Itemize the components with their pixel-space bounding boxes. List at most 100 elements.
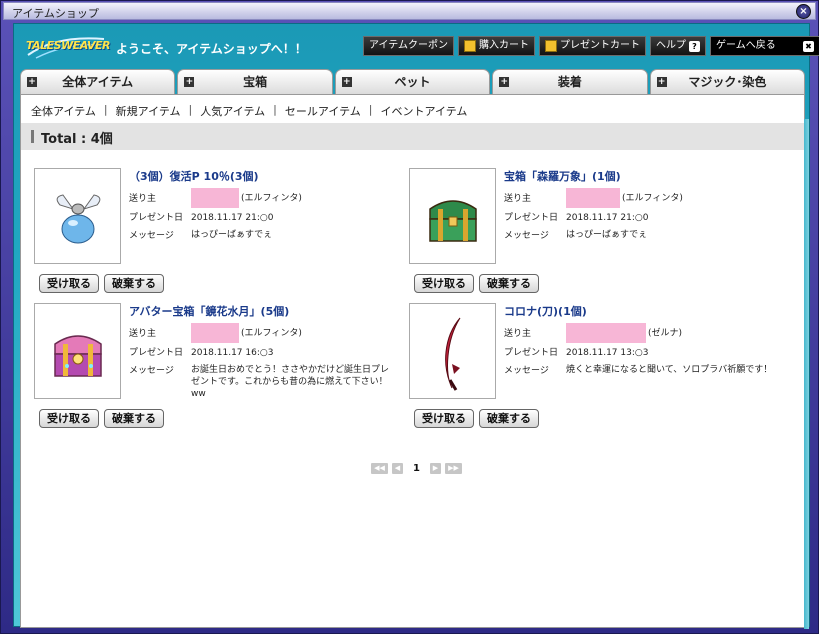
- subnav-sale-items[interactable]: セールアイテム: [285, 103, 361, 119]
- present-date: 2018.11.17 21:○0: [566, 213, 649, 223]
- message-line: はっぴーばぁすでぇ: [566, 230, 648, 240]
- tab-treasure-box[interactable]: + 宝箱: [177, 69, 333, 94]
- sender-redacted: [566, 323, 646, 343]
- date-label: プレゼント日: [504, 213, 559, 223]
- app-window: アイテムショップ × TALESWEAVER ようこそ、アイテムショップへ！！ …: [0, 0, 819, 634]
- item-name[interactable]: コロナ(刀)(1個): [504, 303, 587, 319]
- cart-icon: [464, 40, 476, 52]
- next-page-icon[interactable]: ▶: [429, 463, 441, 474]
- tab-label: マジック･染色: [688, 75, 767, 89]
- receive-button[interactable]: 受け取る: [414, 409, 474, 428]
- message-row: メッセージ: [504, 363, 566, 376]
- gift-item: コロナ(刀)(1個) 送り主 (ゼルナ) プレゼント日 2018.11.17 13:…: [409, 303, 789, 433]
- message-line: はっぴーばぁすでぇ: [191, 230, 273, 240]
- tab-magic-dye[interactable]: + マジック･染色: [649, 69, 806, 94]
- item-thumbnail: [34, 303, 121, 399]
- plus-icon: +: [499, 77, 510, 87]
- sender-redacted: [191, 188, 239, 208]
- sender-label: 送り主: [129, 328, 157, 339]
- item-thumbnail: [409, 303, 496, 399]
- help-button[interactable]: ヘルプ ?: [650, 36, 706, 56]
- date-row: プレゼント日 2018.11.17 21:○0: [129, 210, 273, 223]
- message-row: メッセージ: [129, 363, 191, 376]
- receive-button[interactable]: 受け取る: [414, 274, 474, 293]
- sender-row: 送り主 (エルフィンタ): [129, 188, 302, 208]
- plus-icon: +: [184, 77, 195, 87]
- prev-page-icon[interactable]: ◀: [392, 463, 403, 474]
- discard-button[interactable]: 破棄する: [104, 409, 164, 428]
- green-treasure-chest-icon: [429, 200, 477, 242]
- sender-row: 送り主 (ゼルナ): [504, 323, 682, 343]
- content-panel: 全体アイテム | 新規アイテム | 人気アイテム | セールアイテム | イベン…: [20, 94, 805, 628]
- item-thumbnail: [34, 168, 121, 264]
- tab-equipment[interactable]: + 装着: [492, 69, 648, 94]
- item-coupon-button[interactable]: アイテムクーポン: [363, 36, 454, 56]
- last-page-icon[interactable]: ▶▶: [444, 463, 462, 474]
- discard-button[interactable]: 破棄する: [104, 274, 164, 293]
- sender-server: (エルフィンタ): [622, 193, 683, 204]
- first-page-icon[interactable]: ◀◀: [371, 463, 388, 474]
- welcome-text: ようこそ、アイテムショップへ！！: [116, 42, 307, 56]
- discard-button[interactable]: 破棄する: [479, 409, 539, 428]
- item-thumbnail: [409, 168, 496, 264]
- subnav-new-items[interactable]: 新規アイテム: [116, 103, 181, 119]
- discard-button[interactable]: 破棄する: [479, 274, 539, 293]
- gift-item: アバター宝箱「鏡花水月」(5個) 送り主 (エルフィンタ) プレゼント日 2018.…: [34, 303, 414, 433]
- tab-label: ペット: [394, 75, 431, 89]
- subnav-separator: |: [273, 103, 277, 116]
- sender-label: 送り主: [129, 193, 157, 204]
- item-name[interactable]: アバター宝箱「鏡花水月」(5個): [129, 303, 289, 319]
- top-buttons: アイテムクーポン 購入カート プレゼントカート ヘルプ ? ゲームへ戻る ✖: [363, 36, 819, 56]
- tab-pet[interactable]: + ペット: [334, 69, 491, 94]
- page-number[interactable]: 1: [413, 463, 420, 474]
- sender-row: 送り主 (エルフィンタ): [129, 323, 302, 343]
- sender-redacted: [566, 188, 620, 208]
- subnav-separator: |: [368, 103, 373, 116]
- receive-button[interactable]: 受け取る: [39, 409, 99, 428]
- present-cart-button[interactable]: プレゼントカート: [539, 36, 646, 56]
- tab-label: 宝箱: [243, 75, 268, 89]
- date-row: プレゼント日 2018.11.17 16:○3: [129, 345, 273, 358]
- item-actions: 受け取る 破棄する: [414, 274, 539, 293]
- title-bar[interactable]: アイテムショップ ×: [3, 2, 816, 20]
- message-line: お誕生日おめでとう！ささやかだけど誕生日プレ: [191, 365, 390, 375]
- item-actions: 受け取る 破棄する: [414, 409, 539, 428]
- plus-icon: +: [27, 77, 37, 87]
- sub-navigation: 全体アイテム | 新規アイテム | 人気アイテム | セールアイテム | イベン…: [31, 103, 467, 119]
- message-label: メッセージ: [504, 366, 549, 376]
- purchase-cart-button[interactable]: 購入カート: [458, 36, 535, 56]
- sender-row: 送り主 (エルフィンタ): [504, 188, 683, 208]
- tab-all-items[interactable]: + 全体アイテム: [20, 69, 176, 94]
- present-date: 2018.11.17 13:○3: [566, 348, 649, 358]
- subnav-popular-items[interactable]: 人気アイテム: [200, 103, 265, 119]
- return-to-game-button[interactable]: ゲームへ戻る ✖: [710, 36, 819, 56]
- subnav-all-items[interactable]: 全体アイテム: [31, 103, 96, 119]
- subnav-separator: |: [188, 103, 193, 116]
- item-name[interactable]: 宝箱「森羅万象」(1個): [504, 168, 621, 184]
- sender-label: 送り主: [504, 193, 532, 204]
- pink-treasure-chest-icon: [54, 335, 102, 377]
- present-date: 2018.11.17 21:○0: [191, 213, 274, 223]
- help-icon: ?: [689, 40, 700, 52]
- close-icon[interactable]: ×: [796, 4, 811, 19]
- date-label: プレゼント日: [504, 348, 559, 358]
- message-line: ゼントです。これからも昔の為に燃えて下さい！: [191, 377, 388, 387]
- gift-icon: [545, 40, 557, 52]
- date-row: プレゼント日 2018.11.17 21:○0: [504, 210, 648, 223]
- logo-text: TALESWEAVER: [26, 39, 111, 52]
- item-coupon-label: アイテムクーポン: [369, 40, 448, 51]
- sender-label: 送り主: [504, 328, 532, 339]
- side-scrollbar[interactable]: [804, 119, 809, 629]
- item-name[interactable]: （3個）復活P 10％(3個): [129, 168, 259, 184]
- message-label: メッセージ: [129, 366, 174, 376]
- item-actions: 受け取る 破棄する: [39, 409, 164, 428]
- tab-label: 装着: [557, 75, 582, 89]
- present-cart-label: プレゼントカート: [560, 40, 640, 51]
- receive-button[interactable]: 受け取る: [39, 274, 99, 293]
- date-label: プレゼント日: [129, 213, 184, 223]
- message-label: メッセージ: [129, 231, 174, 241]
- message-text: はっぴーばぁすでぇ: [191, 229, 272, 241]
- subnav-event-items[interactable]: イベントアイテム: [381, 103, 468, 119]
- sender-server: (ゼルナ): [648, 328, 683, 339]
- pagination: ◀◀ ◀ 1 ▶ ▶▶: [371, 463, 462, 474]
